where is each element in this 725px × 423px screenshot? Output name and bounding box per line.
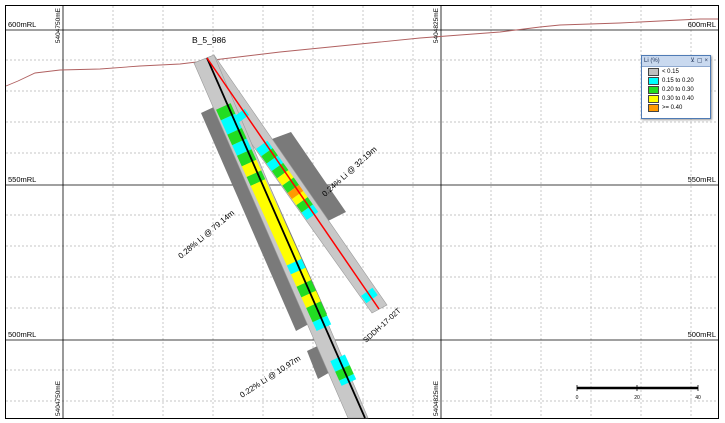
legend-item-label: >= 0.40 xyxy=(662,105,683,112)
easting-label-bottom-left: 5404750mE xyxy=(55,380,62,416)
legend-item: >= 0.40 xyxy=(642,104,710,113)
legend-controls: ⊻ ▢ × xyxy=(690,57,708,65)
legend-title: Li (%) xyxy=(644,58,660,64)
collar-label: B_5_986 xyxy=(192,35,226,45)
elevation-label-600-left: 600mRL xyxy=(8,20,36,29)
easting-label-top-left: 5404750mE xyxy=(55,7,62,43)
legend-swatch xyxy=(648,95,659,104)
legend-item-label: < 0.15 xyxy=(662,68,679,75)
legend-item: 0.30 to 0.40 xyxy=(642,95,710,104)
legend-item: 0.20 to 0.30 xyxy=(642,85,710,94)
elevation-label-500-left: 500mRL xyxy=(8,330,36,339)
easting-label-top-right: 5404825mE xyxy=(433,7,440,43)
elevation-label-550-right: 550mRL xyxy=(688,175,716,184)
legend-swatch xyxy=(648,104,659,113)
close-icon[interactable]: × xyxy=(704,57,708,65)
legend-swatch xyxy=(648,76,659,85)
scale-tick-20: 20 xyxy=(634,395,640,401)
easting-label-bottom-right: 5404825mE xyxy=(433,380,440,416)
legend-item: < 0.15 xyxy=(642,67,710,76)
legend-header[interactable]: Li (%) ⊻ ▢ × xyxy=(642,56,710,67)
legend-item-label: 0.20 to 0.30 xyxy=(662,86,694,93)
section-view: 600mRL 600mRL 550mRL 550mRL 500mRL 500mR… xyxy=(5,5,719,419)
scale-tick-40: 40 xyxy=(695,395,701,401)
legend-items: < 0.15 0.15 to 0.20 0.20 to 0.30 0.30 to 0.… xyxy=(642,67,710,113)
legend-swatch xyxy=(648,67,659,76)
pin-icon[interactable]: ⊻ xyxy=(690,57,694,65)
elevation-label-550-left: 550mRL xyxy=(8,175,36,184)
legend-item: 0.15 to 0.20 xyxy=(642,76,710,85)
legend-item-label: 0.30 to 0.40 xyxy=(662,96,694,103)
scale-tick-0: 0 xyxy=(576,395,579,401)
legend-panel[interactable]: Li (%) ⊻ ▢ × < 0.15 0.15 to 0.20 0.20 to 0… xyxy=(641,55,711,119)
elevation-label-600-right: 600mRL xyxy=(688,20,716,29)
elevation-label-500-right: 500mRL xyxy=(688,330,716,339)
legend-swatch xyxy=(648,85,659,94)
legend-item-label: 0.15 to 0.20 xyxy=(662,77,694,84)
map-frame xyxy=(5,5,719,419)
restore-icon[interactable]: ▢ xyxy=(697,57,703,65)
